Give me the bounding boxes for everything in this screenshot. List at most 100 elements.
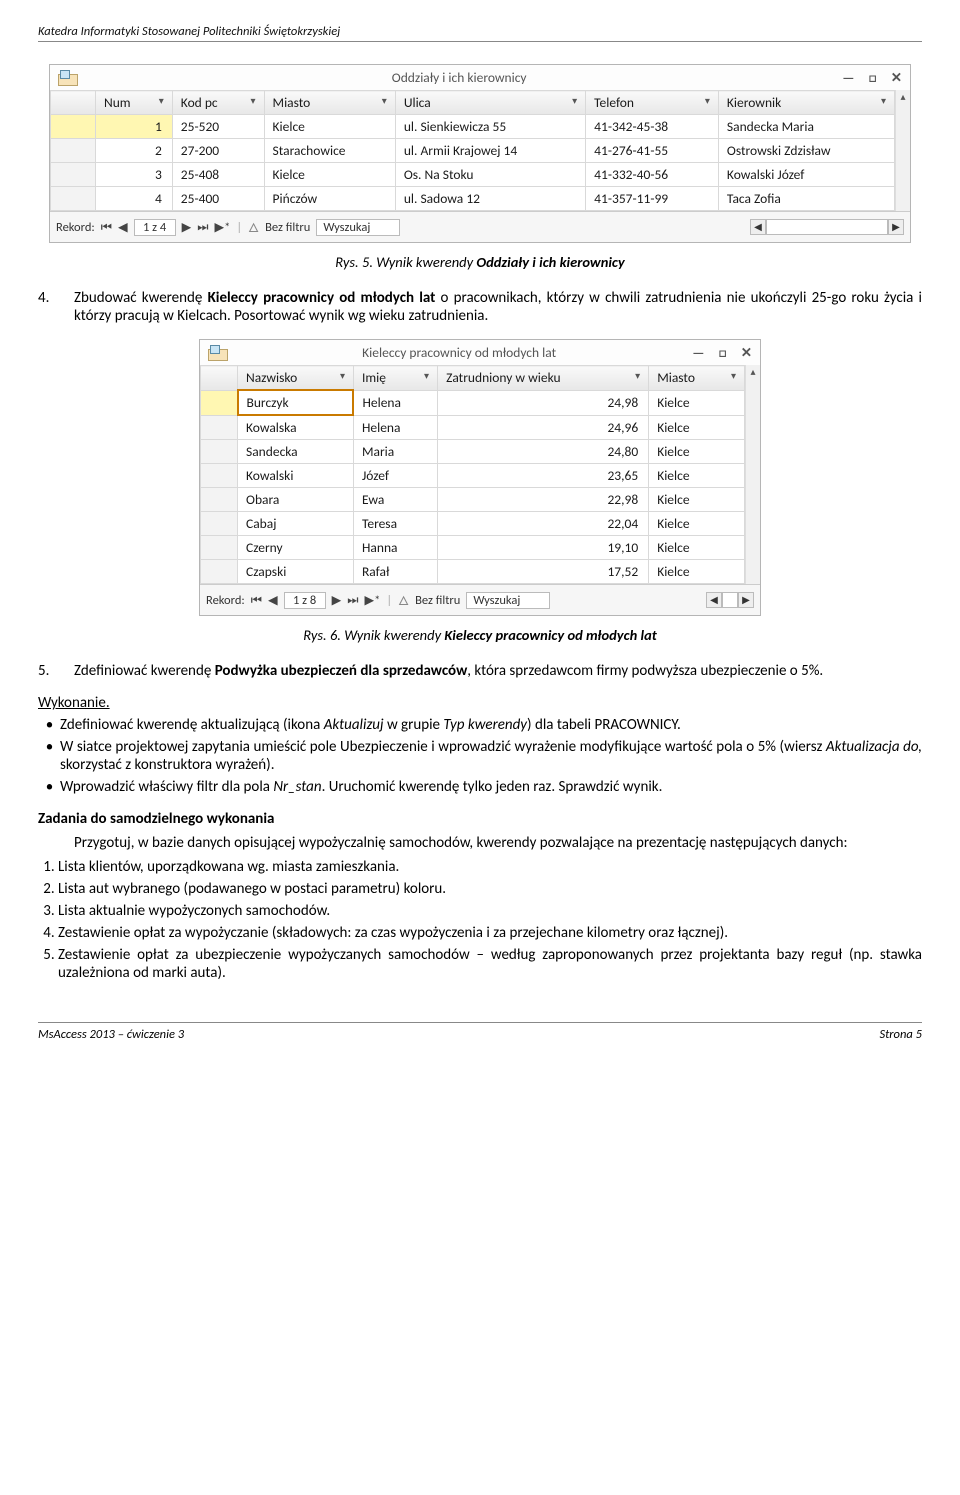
cell[interactable]: 24,96 [438,415,649,440]
search-input[interactable]: Wyszukaj [316,219,400,236]
cell[interactable]: 22,04 [438,512,649,536]
record-position[interactable]: 1 z 4 [134,219,176,236]
selected-cell[interactable]: Burczyk [238,390,354,415]
cell[interactable]: 2 [96,139,173,163]
col-num[interactable]: Num▾ [96,91,173,115]
cell[interactable]: Kielce [649,536,745,560]
cell[interactable]: Kielce [649,560,745,584]
cell[interactable]: Kielce [649,390,745,415]
col-miasto[interactable]: Miasto▾ [264,91,395,115]
cell[interactable]: Kielce [264,115,395,139]
table-row[interactable]: Cabaj Teresa 22,04 Kielce [201,512,745,536]
close-icon[interactable]: ✕ [891,69,902,86]
cell[interactable]: 19,10 [438,536,649,560]
cell[interactable]: 41-332-40-56 [586,163,719,187]
cell[interactable]: Helena [353,415,437,440]
cell[interactable]: Czerny [238,536,354,560]
cell[interactable]: Kowalski Józef [718,163,894,187]
cell[interactable]: Ewa [353,488,437,512]
cell[interactable]: 4 [96,187,173,211]
cell[interactable]: Taca Zofia [718,187,894,211]
col-zatrudniony[interactable]: Zatrudniony w wieku▾ [438,366,649,391]
cell[interactable]: Teresa [353,512,437,536]
cell[interactable]: 3 [96,163,173,187]
cell[interactable]: Sandecka Maria [718,115,894,139]
col-miasto[interactable]: Miasto▾ [649,366,745,391]
close-icon[interactable]: ✕ [741,344,752,361]
vertical-scrollbar[interactable]: ▴ [745,365,760,584]
nav-last-icon[interactable]: ⏭ [347,593,358,608]
cell[interactable]: 25-408 [172,163,264,187]
cell[interactable]: Kielce [649,464,745,488]
col-ulica[interactable]: Ulica▾ [395,91,585,115]
cell[interactable]: Cabaj [238,512,354,536]
scroll-left-icon[interactable]: ◀ [750,219,766,235]
cell[interactable]: Kielce [649,512,745,536]
cell[interactable]: Kowalska [238,415,354,440]
col-nazwisko[interactable]: Nazwisko▾ [238,366,354,391]
cell[interactable]: 24,98 [438,390,649,415]
cell[interactable]: Sandecka [238,440,354,464]
cell[interactable]: Józef [353,464,437,488]
cell[interactable]: Ostrowski Zdzisław [718,139,894,163]
filter-icon[interactable]: 🜂 [248,214,259,240]
col-kod[interactable]: Kod pc▾ [172,91,264,115]
cell[interactable]: 41-357-11-99 [586,187,719,211]
cell[interactable]: Kielce [649,488,745,512]
col-imie[interactable]: Imię▾ [353,366,437,391]
cell[interactable]: 27-200 [172,139,264,163]
cell[interactable]: 25-400 [172,187,264,211]
cell[interactable]: Kowalski [238,464,354,488]
cell[interactable]: 1 [96,115,173,139]
table-row[interactable]: Czapski Rafał 17,52 Kielce [201,560,745,584]
nav-prev-icon[interactable]: ◀ [268,592,278,608]
horizontal-scrollbar[interactable]: ◀ ▶ [706,592,754,608]
table-row[interactable]: Sandecka Maria 24,80 Kielce [201,440,745,464]
table-row[interactable]: 1 25-520 Kielce ul. Sienkiewicza 55 41-3… [51,115,895,139]
nav-next-icon[interactable]: ▶ [332,592,342,608]
record-position[interactable]: 1 z 8 [284,592,326,609]
scroll-right-icon[interactable]: ▶ [738,592,754,608]
nav-first-icon[interactable]: ⏮ [101,220,112,235]
search-input[interactable]: Wyszukaj [466,592,550,609]
nav-new-icon[interactable]: ▶* [215,219,231,235]
cell[interactable]: 41-276-41-55 [586,139,719,163]
cell[interactable]: 22,98 [438,488,649,512]
cell[interactable]: 41-342-45-38 [586,115,719,139]
cell[interactable]: ul. Sadowa 12 [395,187,585,211]
cell[interactable]: 23,65 [438,464,649,488]
scroll-left-icon[interactable]: ◀ [706,592,722,608]
nav-prev-icon[interactable]: ◀ [118,219,128,235]
cell[interactable]: Kielce [264,163,395,187]
filter-icon[interactable]: 🜂 [398,587,409,613]
cell[interactable]: 17,52 [438,560,649,584]
minimize-icon[interactable]: — [692,344,704,361]
nav-last-icon[interactable]: ⏭ [197,220,208,235]
cell[interactable]: Starachowice [264,139,395,163]
horizontal-scrollbar[interactable]: ◀ ▶ [750,219,904,235]
cell[interactable]: Czapski [238,560,354,584]
table-row[interactable]: Burczyk Helena 24,98 Kielce [201,390,745,415]
vertical-scrollbar[interactable]: ▴ [895,90,910,211]
cell[interactable]: ul. Armii Krajowej 14 [395,139,585,163]
cell[interactable]: Kielce [649,415,745,440]
maximize-icon[interactable]: □ [719,344,727,361]
cell[interactable]: Obara [238,488,354,512]
table-row[interactable]: 4 25-400 Pińczów ul. Sadowa 12 41-357-11… [51,187,895,211]
table-row[interactable]: Obara Ewa 22,98 Kielce [201,488,745,512]
table-row[interactable]: Czerny Hanna 19,10 Kielce [201,536,745,560]
col-telefon[interactable]: Telefon▾ [586,91,719,115]
table-row[interactable]: Kowalska Helena 24,96 Kielce [201,415,745,440]
maximize-icon[interactable]: □ [869,69,877,86]
cell[interactable]: Pińczów [264,187,395,211]
cell[interactable]: ul. Sienkiewicza 55 [395,115,585,139]
cell[interactable]: 24,80 [438,440,649,464]
nav-new-icon[interactable]: ▶* [365,592,381,608]
nav-first-icon[interactable]: ⏮ [251,593,262,608]
cell[interactable]: Os. Na Stoku [395,163,585,187]
table-row[interactable]: 3 25-408 Kielce Os. Na Stoku 41-332-40-5… [51,163,895,187]
cell[interactable]: Rafał [353,560,437,584]
col-kierownik[interactable]: Kierownik▾ [718,91,894,115]
cell[interactable]: Helena [353,390,437,415]
table-row[interactable]: 2 27-200 Starachowice ul. Armii Krajowej… [51,139,895,163]
